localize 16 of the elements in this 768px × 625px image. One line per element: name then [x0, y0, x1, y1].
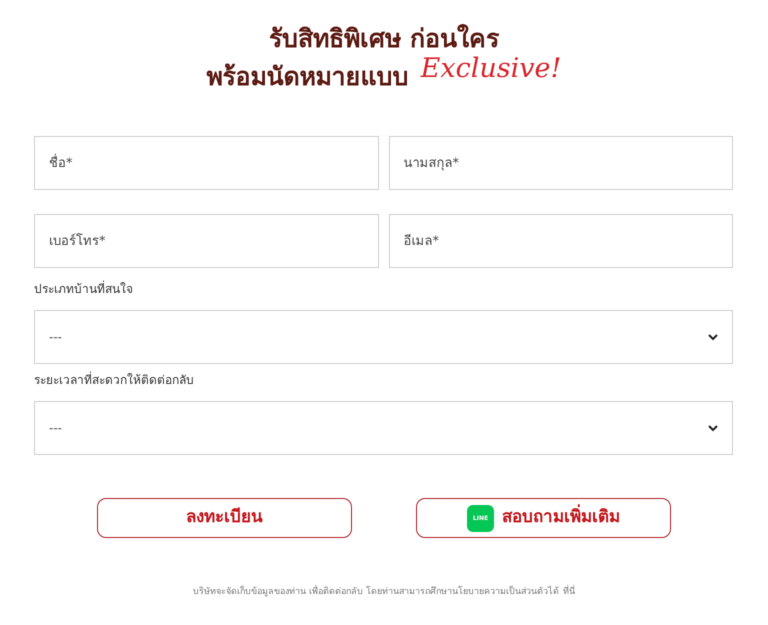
exclusive-tagline: Exclusive!	[420, 52, 562, 86]
heading-title: รับสิทธิพิเศษ ก่อนใคร	[269, 23, 499, 55]
register-button[interactable]: ลงทะเบียน	[97, 498, 352, 538]
privacy-note: บริษัทจะจัดเก็บข้อมูลของท่าน เพื่อติดต่อกลับ โดยท่านสามารถศึกษานโยบายความเป็นส่วนตัวได้	[193, 586, 559, 600]
input-field[interactable]: ชื่อ*	[34, 136, 378, 190]
dropdown-field[interactable]: ---	[34, 310, 733, 364]
input-field[interactable]: นามสกุล*	[388, 136, 733, 190]
chevron-down-icon	[708, 333, 718, 341]
input-field[interactable]: อีเมล*	[388, 214, 733, 268]
chevron-down-icon	[708, 424, 718, 432]
dropdown-field[interactable]: ---	[34, 401, 733, 455]
privacy-link[interactable]: ที่นี่	[562, 586, 575, 600]
heading-title: พร้อมนัดหมายแบบ	[206, 61, 409, 93]
field-label: ประเภทบ้านที่สนใจ	[34, 280, 134, 298]
input-field[interactable]: เบอร์โทร*	[34, 214, 378, 268]
field-label: ระยะเวลาที่สะดวกให้ติดต่อกลับ	[34, 371, 195, 389]
